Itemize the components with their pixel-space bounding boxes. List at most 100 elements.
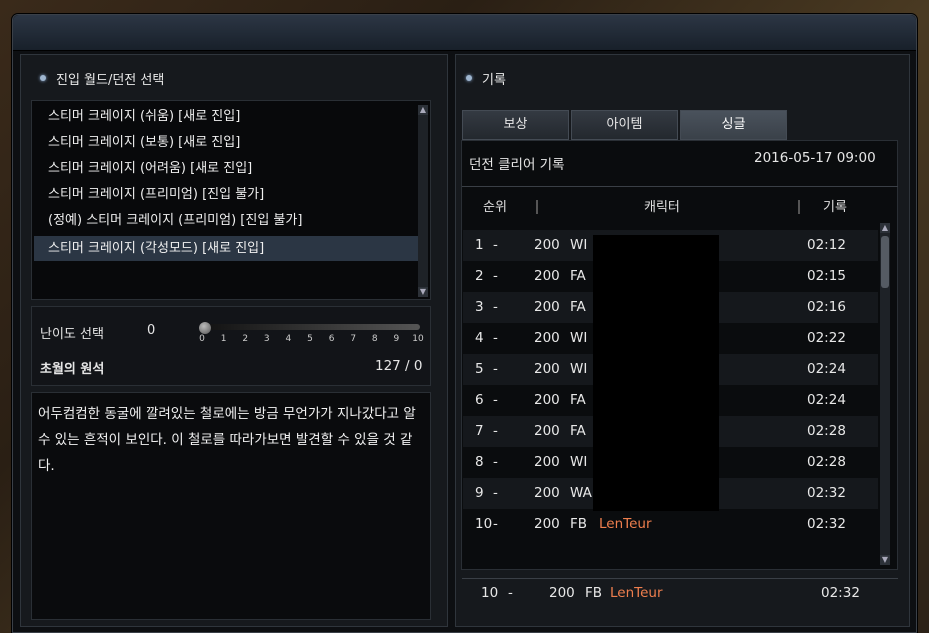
my-dash: -: [508, 585, 513, 601]
dash-cell: -: [493, 485, 498, 501]
rank-cell: 7: [475, 423, 484, 439]
record-title: 기록: [482, 72, 506, 88]
dungeon-list: 스티머 크레이지 (쉬움) [새로 진입] 스티머 크레이지 (보통) [새로 …: [31, 100, 431, 300]
rank-cell: 6: [475, 392, 484, 408]
slider-tick: 9: [393, 334, 400, 344]
tab-single[interactable]: 싱글: [680, 110, 787, 140]
difficulty-label: 난이도 선택: [40, 327, 104, 342]
tab-reward[interactable]: 보상: [462, 110, 569, 140]
difficulty-slider[interactable]: [200, 324, 420, 330]
class-cell: FA: [570, 423, 586, 439]
column-rank: 순위: [483, 200, 507, 215]
time-cell: 02:28: [807, 454, 846, 470]
record-date: 2016-05-17 09:00: [754, 150, 876, 166]
dash-cell: -: [493, 299, 498, 315]
time-cell: 02:15: [807, 268, 846, 284]
class-cell: FA: [570, 392, 586, 408]
dash-cell: -: [493, 392, 498, 408]
level-cell: 200: [534, 485, 560, 501]
column-character: 캐릭터: [644, 200, 680, 215]
class-cell: WI: [570, 361, 588, 377]
slider-tick: 2: [242, 334, 249, 344]
slider-tick: 10: [412, 334, 424, 344]
scroll-down-icon[interactable]: ▼: [418, 287, 428, 297]
slider-tick: 7: [350, 334, 357, 344]
level-cell: 200: [534, 516, 560, 532]
record-list-scrollbar[interactable]: ▲ ▼: [880, 223, 890, 565]
dungeon-list-item[interactable]: 스티머 크레이지 (프리미엄) [진입 불가]: [34, 182, 419, 207]
scroll-down-icon[interactable]: ▼: [880, 555, 890, 565]
rank-cell: 10: [475, 516, 493, 532]
level-cell: 200: [534, 268, 560, 284]
slider-tick: 4: [285, 334, 292, 344]
my-time: 02:32: [821, 585, 860, 601]
level-cell: 200: [534, 392, 560, 408]
rank-cell: 1: [475, 237, 484, 253]
scroll-thumb[interactable]: [881, 236, 889, 288]
table-row[interactable]: 10- 200 FB LenTeur 02:32: [463, 509, 878, 540]
slider-tick: 3: [263, 334, 270, 344]
slider-tick: 8: [371, 334, 378, 344]
rank-cell: 3: [475, 299, 484, 315]
column-separator: [798, 200, 800, 214]
difficulty-slider-handle[interactable]: [199, 322, 211, 334]
column-record: 기록: [823, 200, 847, 215]
stone-label: 초월의 원석: [40, 362, 105, 377]
dungeon-list-item[interactable]: 스티머 크레이지 (쉬움) [새로 진입]: [34, 104, 419, 129]
class-cell: FA: [570, 268, 586, 284]
name-cell: LenTeur: [599, 516, 652, 532]
dungeon-list-scrollbar[interactable]: ▲ ▼: [418, 105, 428, 297]
time-cell: 02:32: [807, 485, 846, 501]
redacted-names: [593, 235, 719, 511]
tab-item[interactable]: 아이템: [571, 110, 678, 140]
my-class: FB: [585, 585, 603, 601]
level-cell: 200: [534, 361, 560, 377]
time-cell: 02:16: [807, 299, 846, 315]
dash-cell: -: [493, 454, 498, 470]
dungeon-list-item[interactable]: 스티머 크레이지 (보통) [새로 진입]: [34, 130, 419, 155]
dungeon-select-title: 진입 월드/던전 선택: [56, 72, 165, 88]
dungeon-list-item[interactable]: 스티머 크레이지 (어려움) [새로 진입]: [34, 156, 419, 181]
slider-tick: 5: [307, 334, 313, 344]
divider: [462, 186, 898, 187]
class-cell: FB: [570, 516, 588, 532]
rank-cell: 4: [475, 330, 484, 346]
class-cell: WA: [570, 485, 592, 501]
class-cell: FA: [570, 299, 586, 315]
dash-cell: -: [493, 361, 498, 377]
time-cell: 02:28: [807, 423, 846, 439]
my-rank: 10: [481, 585, 499, 601]
time-cell: 02:12: [807, 237, 846, 253]
stone-value: 127 / 0: [375, 358, 423, 374]
rank-cell: 5: [475, 361, 484, 377]
level-cell: 200: [534, 330, 560, 346]
dungeon-select-header: 진입 월드/던전 선택: [40, 64, 164, 92]
dash-cell: -: [493, 516, 498, 532]
slider-tick: 6: [328, 334, 335, 344]
window-titlebar[interactable]: [13, 15, 916, 51]
level-cell: 200: [534, 299, 560, 315]
dungeon-list-item[interactable]: (정예) 스티머 크레이지 (프리미엄) [진입 불가]: [34, 208, 419, 233]
class-cell: WI: [570, 330, 588, 346]
dungeon-list-item-selected[interactable]: 스티머 크레이지 (각성모드) [새로 진입]: [34, 236, 419, 261]
class-cell: WI: [570, 237, 588, 253]
record-header: 기록: [466, 64, 506, 92]
level-cell: 200: [534, 454, 560, 470]
my-record-row: 10 - 200 FB LenTeur 02:32: [463, 578, 878, 609]
rank-cell: 8: [475, 454, 484, 470]
rank-cell: 9: [475, 485, 484, 501]
record-subtitle: 던전 클리어 기록: [469, 157, 565, 173]
slider-tick: 0: [199, 334, 205, 344]
scroll-up-icon[interactable]: ▲: [880, 223, 890, 233]
time-cell: 02:32: [807, 516, 846, 532]
my-level: 200: [549, 585, 575, 601]
level-cell: 200: [534, 423, 560, 439]
column-separator: [536, 200, 538, 214]
scroll-up-icon[interactable]: ▲: [418, 105, 428, 115]
dungeon-description: 어두컴컴한 동굴에 깔려있는 철로에는 방금 무언가가 지나갔다고 알 수 있는…: [31, 392, 431, 620]
bullet-icon: [466, 75, 472, 81]
level-cell: 200: [534, 237, 560, 253]
my-name: LenTeur: [610, 585, 663, 601]
bullet-icon: [40, 75, 46, 81]
dash-cell: -: [493, 237, 498, 253]
